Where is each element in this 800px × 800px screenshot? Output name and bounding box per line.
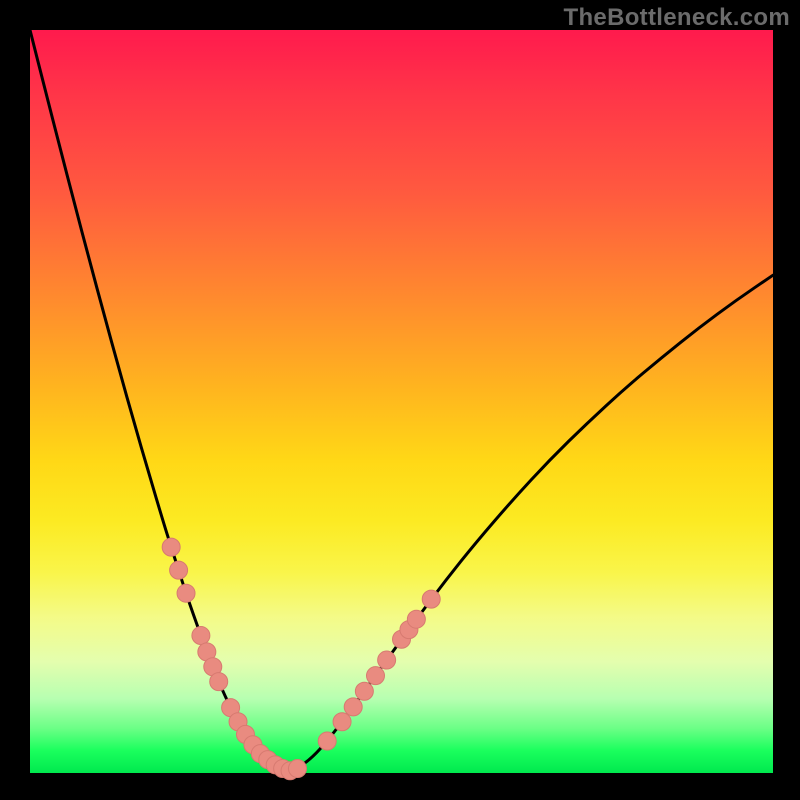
data-marker (288, 760, 306, 778)
data-marker (162, 538, 180, 556)
chart-svg (30, 30, 773, 773)
bottleneck-curve (30, 30, 773, 770)
data-marker (344, 698, 362, 716)
data-marker (318, 732, 336, 750)
data-marker (177, 584, 195, 602)
data-marker (407, 610, 425, 628)
data-marker (367, 667, 385, 685)
data-marker (422, 590, 440, 608)
data-marker (192, 627, 210, 645)
chart-frame: TheBottleneck.com (0, 0, 800, 800)
data-marker (355, 682, 373, 700)
data-marker (170, 561, 188, 579)
data-marker (378, 651, 396, 669)
watermark-text: TheBottleneck.com (564, 4, 790, 32)
data-marker (210, 673, 228, 691)
marker-group (162, 538, 440, 780)
plot-area (30, 30, 773, 773)
data-marker (333, 713, 351, 731)
